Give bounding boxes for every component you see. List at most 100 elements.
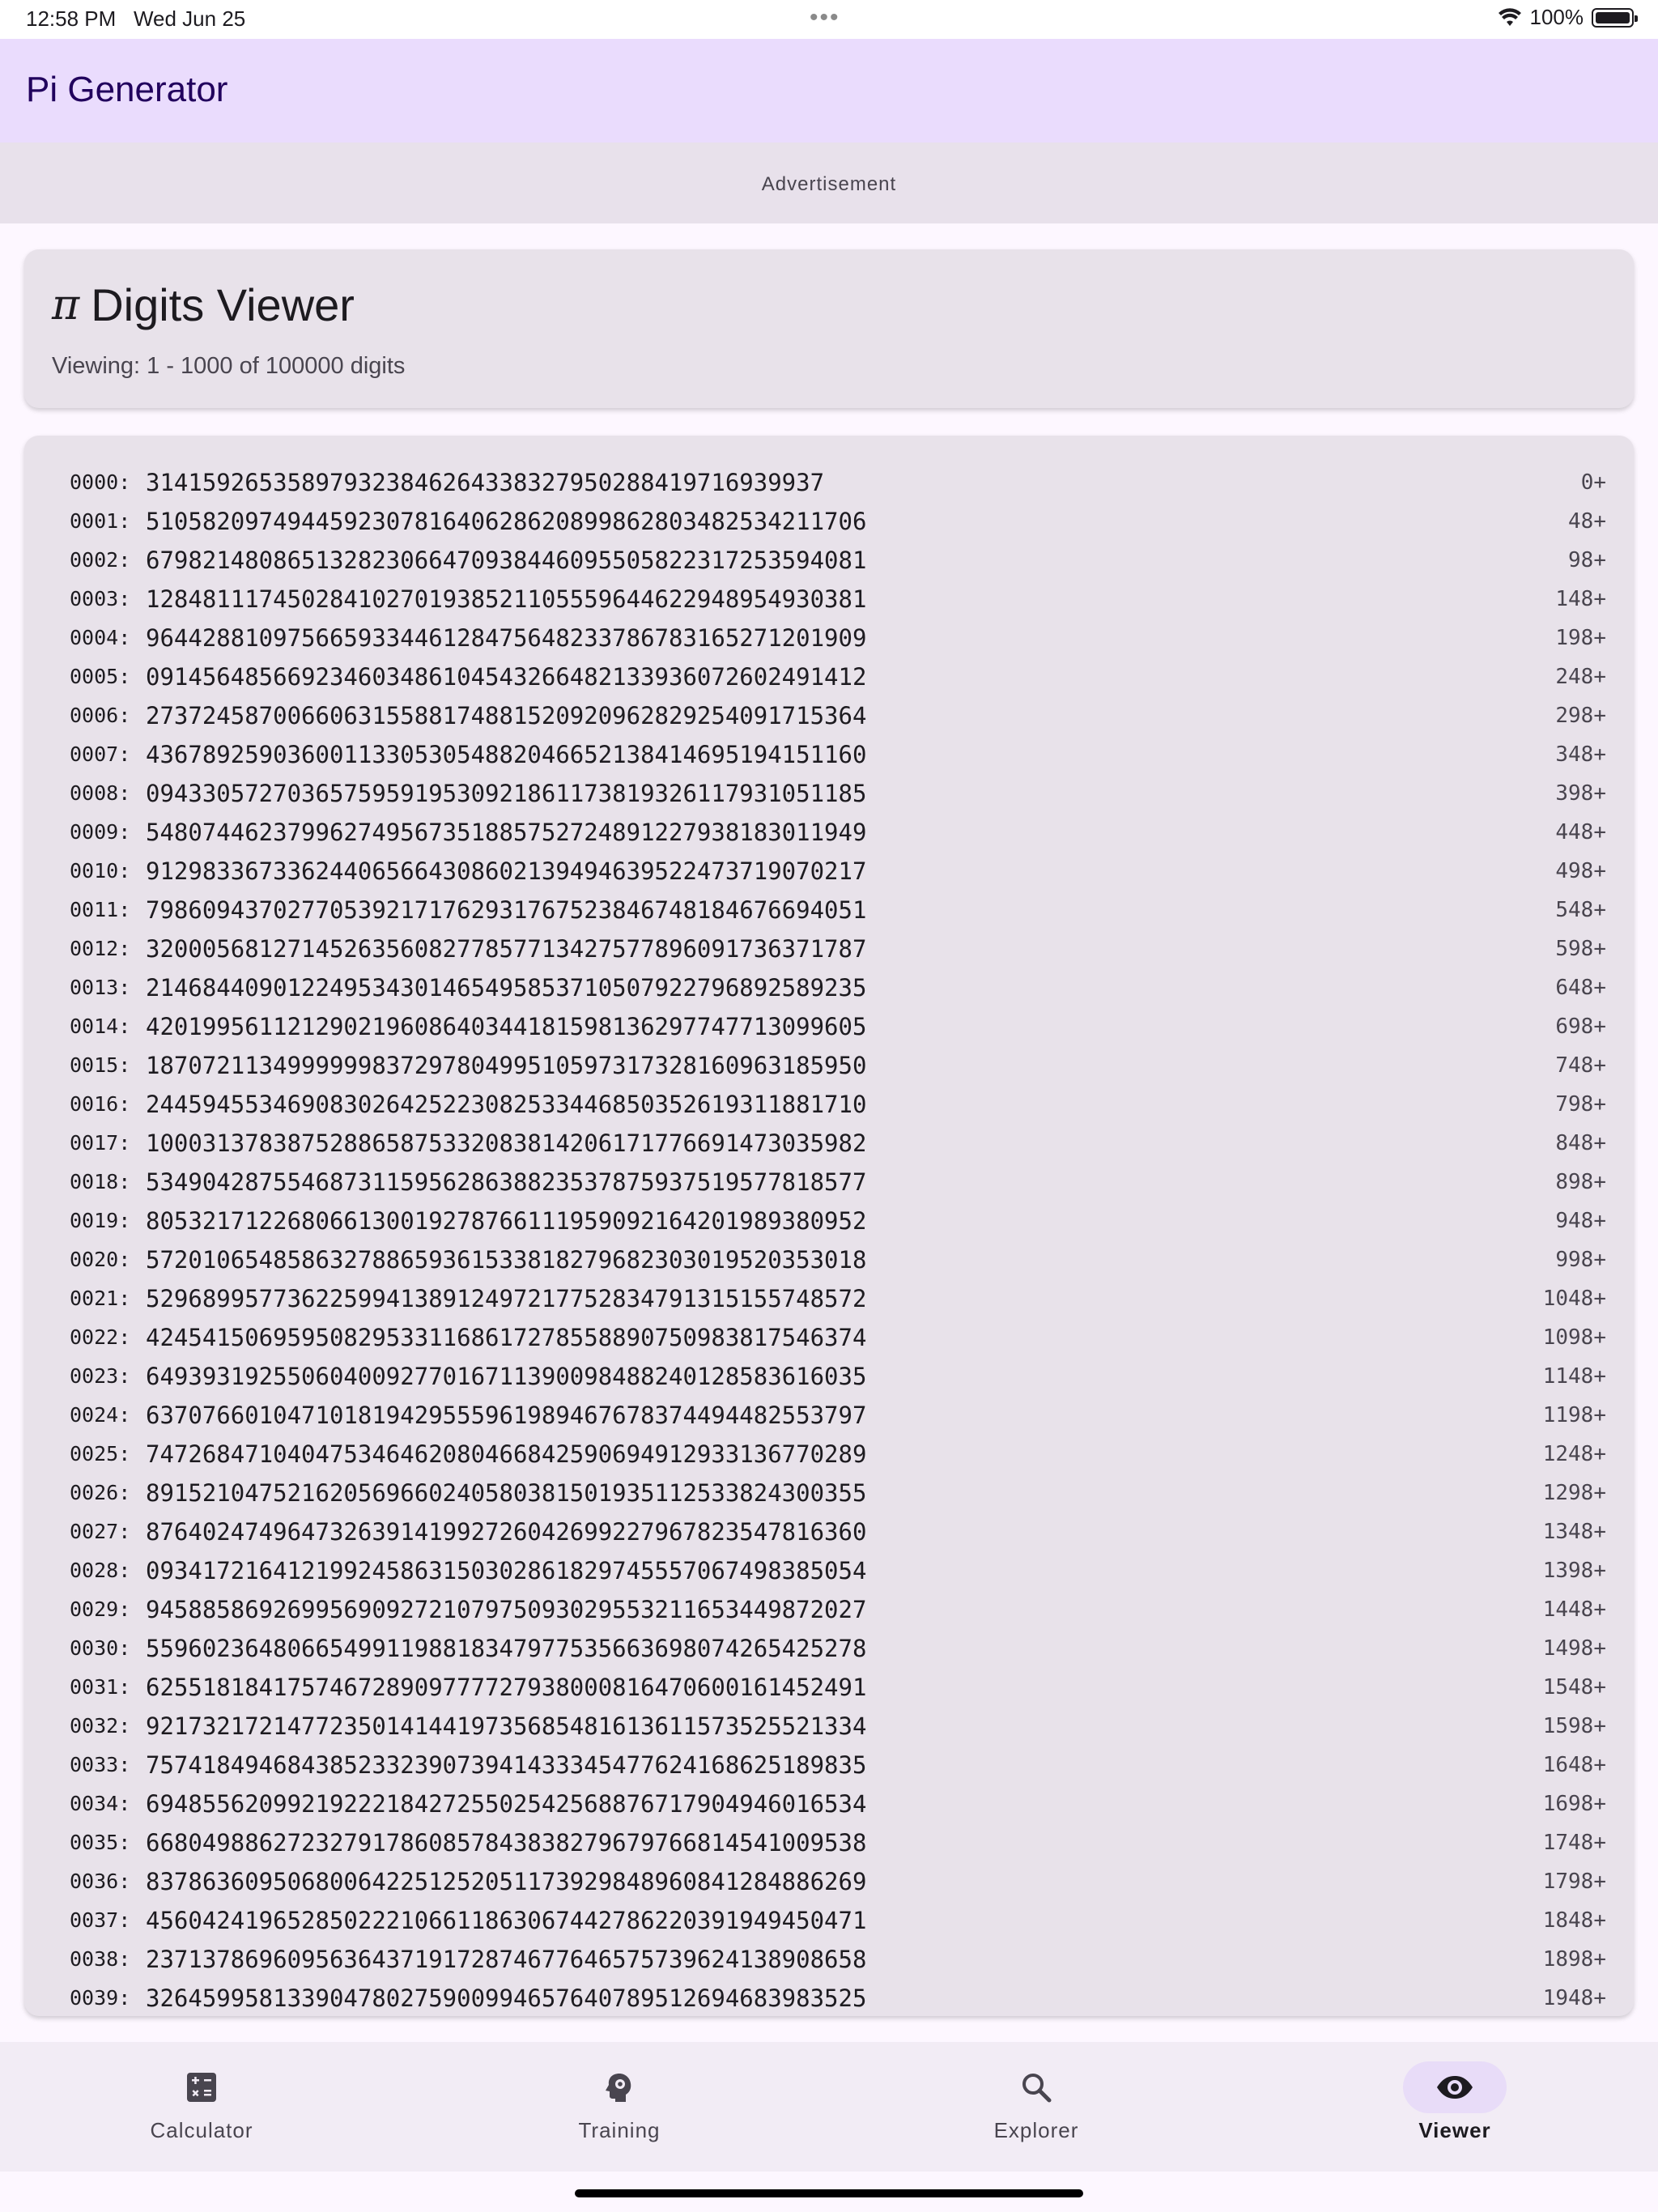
status-bar: 12:58 PM Wed Jun 25 ••• 100%: [0, 0, 1658, 39]
nav-label-explorer: Explorer: [993, 2118, 1079, 2142]
row-offset: 1098+: [1542, 1325, 1606, 1350]
pi-symbol: π: [52, 280, 80, 330]
row-digits: 4367892590360011330530548820466521384146…: [146, 741, 867, 768]
row-offset: 348+: [1555, 742, 1606, 767]
digit-row: 0027: 87640247496473263914199272604269922…: [24, 1512, 1634, 1551]
digit-row: 0022: 42454150695950829533116861727855889…: [24, 1318, 1634, 1357]
row-digits: 2371378696095636437191728746776465757396…: [146, 1946, 867, 1973]
row-offset: 1798+: [1542, 1870, 1606, 1894]
row-digits: 6948556209921922218427255025425688767179…: [146, 1790, 867, 1818]
app-bar: Pi Generator: [0, 39, 1658, 143]
page-title-text: Digits Viewer: [91, 279, 355, 330]
digit-row: 0012: 32000568127145263560827785771342757…: [24, 929, 1634, 968]
row-index: 0014:: [70, 1015, 131, 1038]
row-digits: 8764024749647326391419927260426992279678…: [146, 1518, 867, 1546]
digit-row: 0019: 80532171226806613001927876611195909…: [24, 1202, 1634, 1240]
row-digits: 6798214808651328230664709384460955058223…: [146, 547, 867, 574]
row-index: 0011:: [70, 898, 131, 921]
row-offset: 398+: [1555, 781, 1606, 806]
nav-label-calculator: Calculator: [150, 2118, 253, 2142]
row-offset: 0+: [1580, 470, 1606, 495]
digit-row: 0028: 09341721641219924586315030286182974…: [24, 1551, 1634, 1590]
digit-row: 0039: 32645995813390478027590099465764078…: [24, 1979, 1634, 2016]
row-offset: 448+: [1555, 820, 1606, 844]
row-offset: 1398+: [1542, 1559, 1606, 1583]
row-digits: 5596023648066549911988183479775356636980…: [146, 1635, 867, 1662]
digit-row: 0034: 69485562099219222184272550254256887…: [24, 1784, 1634, 1823]
row-offset: 1348+: [1542, 1520, 1606, 1544]
row-offset: 198+: [1555, 626, 1606, 650]
row-offset: 648+: [1555, 976, 1606, 1000]
digit-row: 0033: 75741849468438523323907394143334547…: [24, 1746, 1634, 1784]
row-digits: 2737245870066063155881748815209209628292…: [146, 702, 867, 730]
row-index: 0027:: [70, 1520, 131, 1543]
brain-icon: [606, 2074, 631, 2102]
row-index: 0004:: [70, 626, 131, 649]
row-offset: 1248+: [1542, 1442, 1606, 1466]
row-digits: 5720106548586327886593615338182796823030…: [146, 1246, 867, 1274]
row-digits: 0934172164121992458631503028618297455570…: [146, 1557, 867, 1585]
row-digits: 6680498862723279178608578438382796797668…: [146, 1829, 867, 1857]
nav-item-training[interactable]: Training: [498, 2042, 741, 2172]
status-time: 12:58 PM Wed Jun 25: [26, 6, 246, 31]
page-title: π Digits Viewer: [52, 279, 355, 331]
row-digits: 1870721134999999837297804995105973173281…: [146, 1052, 867, 1079]
row-offset: 1598+: [1542, 1714, 1606, 1738]
row-offset: 1548+: [1542, 1675, 1606, 1699]
row-digits: 3200056812714526356082778577134275778960…: [146, 935, 867, 963]
digit-row: 0038: 23713786960956364371917287467764657…: [24, 1940, 1634, 1979]
row-index: 0023:: [70, 1364, 131, 1388]
row-index: 0007:: [70, 742, 131, 766]
row-offset: 548+: [1555, 898, 1606, 922]
row-index: 0016:: [70, 1092, 131, 1116]
row-index: 0029:: [70, 1597, 131, 1621]
digit-row: 0018: 53490428755468731159562863882353787…: [24, 1163, 1634, 1202]
row-index: 0024:: [70, 1403, 131, 1427]
row-offset: 1498+: [1542, 1636, 1606, 1661]
multitasking-dots[interactable]: •••: [810, 4, 840, 32]
row-index: 0033:: [70, 1753, 131, 1776]
row-offset: 498+: [1555, 859, 1606, 883]
digit-row: 0017: 10003137838752886587533208381420617…: [24, 1124, 1634, 1163]
row-index: 0006:: [70, 704, 131, 727]
nav-label-viewer: Viewer: [1418, 2118, 1491, 2142]
digits-scroll-area[interactable]: 0000: 31415926535897932384626433832795028…: [24, 463, 1634, 2016]
row-digits: 9458858692699569092721079750930295532116…: [146, 1596, 867, 1623]
bottom-navigation: Calculator Training Explorer Viewer: [0, 2042, 1658, 2172]
home-indicator[interactable]: [575, 2189, 1083, 2197]
app-title: Pi Generator: [26, 70, 228, 109]
row-digits: 7574184946843852332390739414333454776241…: [146, 1751, 867, 1779]
row-offset: 98+: [1568, 548, 1606, 572]
row-offset: 298+: [1555, 704, 1606, 728]
digit-row: 0001: 51058209749445923078164062862089986…: [24, 502, 1634, 541]
row-index: 0003:: [70, 587, 131, 610]
row-digits: 3141592653589793238462643383279502884197…: [146, 469, 825, 496]
advertisement-banner[interactable]: Advertisement: [0, 143, 1658, 223]
battery-percent: 100%: [1529, 5, 1584, 29]
nav-item-explorer[interactable]: Explorer: [915, 2042, 1158, 2172]
digit-row: 0029: 94588586926995690927210797509302955…: [24, 1590, 1634, 1629]
digit-row: 0031: 62551818417574672890977772793800081…: [24, 1668, 1634, 1707]
digit-row: 0030: 55960236480665499119881834797753566…: [24, 1629, 1634, 1668]
nav-item-viewer[interactable]: Viewer: [1333, 2042, 1576, 2172]
digit-row: 0011: 79860943702770539217176293176752384…: [24, 891, 1634, 929]
row-offset: 948+: [1555, 1209, 1606, 1233]
digit-row: 0013: 21468440901224953430146549585371050…: [24, 968, 1634, 1007]
row-digits: 6493931925506040092770167113900984882401…: [146, 1363, 867, 1390]
nav-item-calculator[interactable]: Calculator: [80, 2042, 323, 2172]
digit-row: 0021: 52968995773622599413891249721775283…: [24, 1279, 1634, 1318]
row-index: 0037:: [70, 1908, 131, 1932]
row-index: 0034:: [70, 1792, 131, 1815]
row-offset: 748+: [1555, 1053, 1606, 1078]
row-index: 0013:: [70, 976, 131, 999]
digits-list-card[interactable]: 0000: 31415926535897932384626433832795028…: [24, 436, 1634, 2016]
row-index: 0017:: [70, 1131, 131, 1155]
row-index: 0009:: [70, 820, 131, 844]
digit-row: 0006: 27372458700660631558817488152092096…: [24, 696, 1634, 735]
digit-row: 0005: 09145648566923460348610454326648213…: [24, 657, 1634, 696]
row-digits: 9217321721477235014144197356854816136115…: [146, 1712, 867, 1740]
digit-row: 0032: 92173217214772350141441973568548161…: [24, 1707, 1634, 1746]
row-index: 0020:: [70, 1248, 131, 1271]
row-digits: 6370766010471018194295559619894676783744…: [146, 1402, 867, 1429]
row-digits: 8915210475216205696602405803815019351125…: [146, 1479, 867, 1507]
